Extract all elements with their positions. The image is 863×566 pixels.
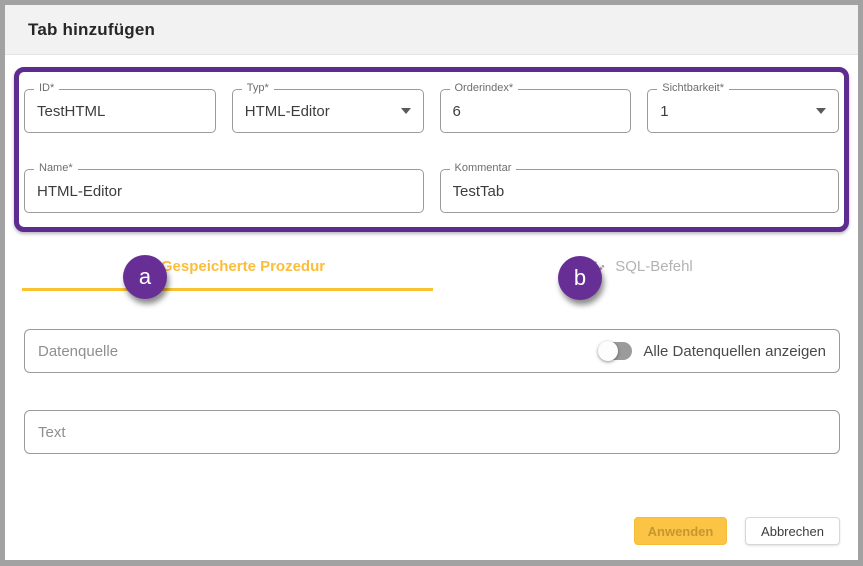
orderindex-field[interactable]: Orderindex*	[440, 89, 632, 133]
name-input[interactable]	[37, 183, 411, 200]
text-input[interactable]	[38, 424, 826, 441]
tab-label: Gespeicherte Prozedur	[161, 258, 325, 275]
annotation-highlight-box: ID* Typ* HTML-Editor Orderindex* Sichtba…	[14, 67, 849, 232]
all-datasources-toggle-group: Alle Datenquellen anzeigen	[598, 341, 826, 361]
sichtbarkeit-select-value: 1	[660, 103, 668, 120]
datenquelle-row: Alle Datenquellen anzeigen	[24, 329, 840, 373]
id-field[interactable]: ID*	[24, 89, 216, 133]
dialog-window: Tab hinzufügen ID* Typ* HTML-Editor Orde…	[0, 0, 863, 566]
cancel-button[interactable]: Abbrechen	[745, 517, 840, 545]
sichtbarkeit-field-label: Sichtbarkeit*	[657, 82, 729, 94]
chevron-down-icon	[816, 108, 826, 114]
typ-select[interactable]: Typ* HTML-Editor	[232, 89, 424, 133]
id-input[interactable]	[37, 103, 203, 120]
dialog-footer: Anwenden Abbrechen	[5, 517, 840, 545]
kommentar-field-label: Kommentar	[450, 162, 517, 174]
sichtbarkeit-select[interactable]: Sichtbarkeit* 1	[647, 89, 839, 133]
id-field-label: ID*	[34, 82, 59, 94]
toggle-label: Alle Datenquellen anzeigen	[643, 343, 826, 360]
orderindex-input[interactable]	[453, 103, 619, 120]
kommentar-field[interactable]: Kommentar	[440, 169, 840, 213]
typ-select-value: HTML-Editor	[245, 103, 330, 120]
annotation-badge-a: a	[123, 255, 167, 299]
typ-field-label: Typ*	[242, 82, 274, 94]
chevron-down-icon	[401, 108, 411, 114]
name-field[interactable]: Name*	[24, 169, 424, 213]
dialog-header: Tab hinzufügen	[5, 5, 858, 55]
all-datasources-toggle[interactable]	[598, 341, 633, 361]
kommentar-input[interactable]	[453, 183, 827, 200]
apply-button[interactable]: Anwenden	[634, 517, 727, 545]
tab-sql-befehl[interactable]: SQL-Befehl	[433, 245, 844, 291]
orderindex-field-label: Orderindex*	[450, 82, 519, 94]
name-field-label: Name*	[34, 162, 78, 174]
annotation-badge-b: b	[558, 256, 602, 300]
datenquelle-input[interactable]	[38, 343, 598, 360]
page-title: Tab hinzufügen	[28, 20, 155, 40]
tab-label: SQL-Befehl	[615, 258, 693, 275]
tab-gespeicherte-prozedur[interactable]: Gespeicherte Prozedur	[22, 245, 433, 291]
text-row	[24, 410, 840, 454]
